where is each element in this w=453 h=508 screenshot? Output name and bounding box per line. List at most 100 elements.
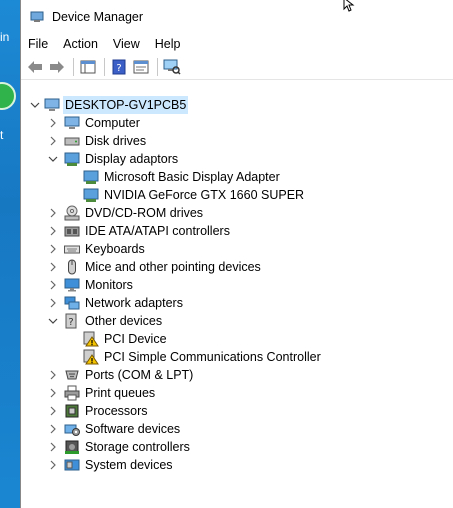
tree-item-disk-drives[interactable]: Disk drives bbox=[21, 132, 453, 150]
help-icon[interactable]: ? bbox=[109, 57, 129, 77]
scan-hardware-icon[interactable] bbox=[162, 57, 182, 77]
chevron-down-icon[interactable] bbox=[48, 154, 58, 164]
tree-item-label: Ports (COM & LPT) bbox=[85, 368, 194, 382]
disk-drive-icon bbox=[64, 137, 80, 146]
menu-help[interactable]: Help bbox=[155, 37, 181, 51]
software-device-icon bbox=[64, 424, 80, 436]
tree-child-label: Microsoft Basic Display Adapter bbox=[104, 170, 280, 184]
chevron-right-icon[interactable] bbox=[48, 388, 58, 398]
tree-item-ports[interactable]: Ports (COM & LPT) bbox=[21, 366, 453, 384]
device-tree: DESKTOP-GV1PCB5 Computer Disk drives Dis… bbox=[21, 96, 453, 508]
window-title: Device Manager bbox=[52, 9, 144, 24]
tree-item-label: Software devices bbox=[85, 422, 181, 436]
show-hide-tree-icon[interactable] bbox=[78, 57, 98, 77]
tree-child-microsoft-basic-display-adapter[interactable]: Microsoft Basic Display Adapter bbox=[21, 168, 453, 186]
display-adapter-icon bbox=[83, 170, 99, 184]
tree-root[interactable]: DESKTOP-GV1PCB5 bbox=[21, 96, 453, 114]
printer-icon bbox=[64, 385, 80, 401]
tree-item-label: DVD/CD-ROM drives bbox=[85, 206, 204, 220]
ide-controller-icon bbox=[64, 226, 80, 237]
display-adapter-icon bbox=[64, 152, 80, 166]
title-bar[interactable]: Device Manager bbox=[21, 0, 453, 33]
keyboard-icon bbox=[64, 245, 80, 254]
chevron-right-icon[interactable] bbox=[48, 136, 58, 146]
device-manager-window: Device Manager File Action View Help ? D… bbox=[20, 0, 453, 508]
chevron-right-icon[interactable] bbox=[48, 244, 58, 254]
tree-item-label: Mice and other pointing devices bbox=[85, 260, 261, 274]
tree-item-label: Disk drives bbox=[85, 134, 147, 148]
tree-child-pci-simple-communications-controller[interactable]: PCI Simple Communications Controller bbox=[21, 348, 453, 366]
tree-item-dvd-cd-rom-drives[interactable]: DVD/CD-ROM drives bbox=[21, 204, 453, 222]
tree-child-label: PCI Simple Communications Controller bbox=[104, 350, 321, 364]
computer-icon bbox=[64, 116, 80, 129]
desktop-text-fragment: t bbox=[0, 128, 4, 142]
tree-item-label: IDE ATA/ATAPI controllers bbox=[85, 224, 230, 238]
properties-icon[interactable] bbox=[131, 57, 151, 77]
warning-device-icon bbox=[83, 349, 99, 365]
chevron-down-icon[interactable] bbox=[30, 100, 40, 110]
tree-item-software-devices[interactable]: Software devices bbox=[21, 420, 453, 438]
chevron-right-icon[interactable] bbox=[48, 370, 58, 380]
desktop-background: in t bbox=[0, 0, 20, 508]
tree-item-monitors[interactable]: Monitors bbox=[21, 276, 453, 294]
chevron-right-icon[interactable] bbox=[48, 280, 58, 290]
tree-item-system-devices[interactable]: System devices bbox=[21, 456, 453, 474]
chevron-down-icon[interactable] bbox=[48, 316, 58, 326]
back-icon[interactable] bbox=[25, 57, 45, 77]
menu-action[interactable]: Action bbox=[63, 37, 98, 51]
chevron-right-icon[interactable] bbox=[48, 226, 58, 236]
tree-item-storage-controllers[interactable]: Storage controllers bbox=[21, 438, 453, 456]
toolbar: ? bbox=[21, 55, 453, 80]
svg-text:?: ? bbox=[68, 317, 73, 328]
chevron-right-icon[interactable] bbox=[48, 424, 58, 434]
chevron-right-icon[interactable] bbox=[48, 298, 58, 308]
chevron-right-icon[interactable] bbox=[48, 118, 58, 128]
warning-device-icon bbox=[83, 331, 99, 347]
tree-item-label: Processors bbox=[85, 404, 148, 418]
tree-root-label: DESKTOP-GV1PCB5 bbox=[63, 96, 189, 114]
chevron-right-icon[interactable] bbox=[48, 406, 58, 416]
tree-item-label: Storage controllers bbox=[85, 440, 190, 454]
svg-text:?: ? bbox=[116, 63, 121, 74]
tree-item-label: Other devices bbox=[85, 314, 163, 328]
display-adapter-icon bbox=[83, 188, 99, 202]
forward-icon[interactable] bbox=[47, 57, 67, 77]
computer-icon bbox=[44, 98, 60, 111]
tree-child-nvidia-gtx-1660-super[interactable]: NVIDIA GeForce GTX 1660 SUPER bbox=[21, 186, 453, 204]
desktop-text-fragment: in bbox=[0, 30, 10, 44]
chevron-right-icon[interactable] bbox=[48, 208, 58, 218]
processor-icon bbox=[65, 404, 79, 418]
tree-item-label: Network adapters bbox=[85, 296, 183, 310]
menu-bar: File Action View Help bbox=[21, 33, 453, 55]
chevron-right-icon[interactable] bbox=[48, 262, 58, 272]
tree-child-label: NVIDIA GeForce GTX 1660 SUPER bbox=[104, 188, 305, 202]
storage-controller-icon bbox=[65, 440, 79, 454]
tree-item-label: Display adaptors bbox=[85, 152, 179, 166]
dvd-icon bbox=[64, 205, 80, 221]
tree-item-mice[interactable]: Mice and other pointing devices bbox=[21, 258, 453, 276]
toolbar-separator bbox=[104, 58, 105, 76]
tree-item-label: Keyboards bbox=[85, 242, 145, 256]
tree-item-label: Print queues bbox=[85, 386, 156, 400]
chevron-right-icon[interactable] bbox=[48, 460, 58, 470]
network-adapter-icon bbox=[64, 296, 80, 310]
menu-view[interactable]: View bbox=[113, 37, 140, 51]
tree-item-print-queues[interactable]: Print queues bbox=[21, 384, 453, 402]
tree-item-network-adapters[interactable]: Network adapters bbox=[21, 294, 453, 312]
monitor-icon bbox=[64, 278, 80, 292]
tree-item-keyboards[interactable]: Keyboards bbox=[21, 240, 453, 258]
mouse-icon bbox=[68, 259, 76, 275]
tree-item-other-devices[interactable]: ? Other devices bbox=[21, 312, 453, 330]
device-manager-app-icon bbox=[30, 11, 44, 22]
tree-item-processors[interactable]: Processors bbox=[21, 402, 453, 420]
menu-file[interactable]: File bbox=[28, 37, 48, 51]
chevron-right-icon[interactable] bbox=[48, 442, 58, 452]
toolbar-separator bbox=[157, 58, 158, 76]
tree-item-ide-ata-atapi-controllers[interactable]: IDE ATA/ATAPI controllers bbox=[21, 222, 453, 240]
tree-child-pci-device[interactable]: PCI Device bbox=[21, 330, 453, 348]
tree-item-computer[interactable]: Computer bbox=[21, 114, 453, 132]
other-devices-icon: ? bbox=[65, 313, 77, 329]
desktop-app-icon[interactable] bbox=[0, 82, 16, 110]
system-devices-icon bbox=[64, 459, 80, 471]
tree-item-display-adaptors[interactable]: Display adaptors bbox=[21, 150, 453, 168]
